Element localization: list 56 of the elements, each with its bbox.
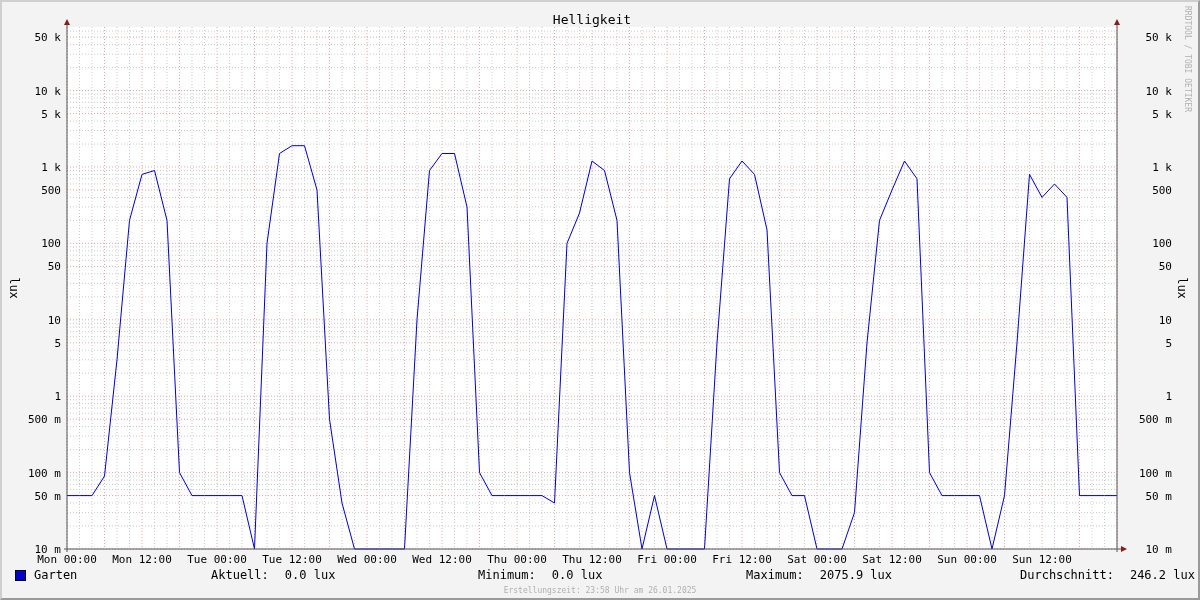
stat-value: 0.0 lux [284, 567, 336, 584]
y-tick-label: 500 m [27, 413, 61, 427]
y-tick-label: 5 k [41, 107, 61, 121]
y-tick-label: 10 k [34, 84, 61, 98]
y-axis-label: lux [7, 277, 21, 299]
stat-value: 2075.9 lux [819, 567, 893, 584]
y-tick-label: 500 [41, 184, 61, 197]
y-tick-label: 100 [41, 237, 61, 251]
credit-text: RRDTOOL / TOBI OETIKER [1182, 6, 1192, 112]
y-tick-label: 1 [54, 390, 61, 404]
y-tick-label: 5 [1165, 336, 1172, 350]
y-tick-label: 5 k [1152, 107, 1172, 121]
y-tick-label: 50 [47, 260, 61, 274]
y-tick-label: 50 m [1145, 489, 1172, 503]
y-tick-label: 100 [1152, 237, 1172, 251]
x-tick-label: Tue 00:00 [187, 553, 247, 565]
x-tick-label: Tue 12:00 [262, 553, 322, 565]
y-tick-label: 50 m [34, 489, 61, 503]
y-tick-label: 50 k [1145, 31, 1172, 45]
y-tick-label: 10 m [1145, 543, 1172, 556]
y-tick-label: 10 m [34, 543, 61, 556]
x-tick-label: Fri 12:00 [712, 553, 772, 565]
y-tick-label: 50 k [34, 31, 61, 45]
creation-time: Erstellungszeit: 23:58 Uhr am 26.01.2025 [502, 585, 698, 597]
y-tick-label: 500 [1152, 184, 1172, 197]
stat-label: Aktuell: [211, 567, 269, 584]
y-tick-label: 10 [1158, 313, 1172, 327]
legend-label: Garten [34, 567, 79, 584]
x-tick-label: Sat 00:00 [787, 553, 847, 565]
x-tick-label: Thu 00:00 [487, 553, 547, 565]
y-tick-label: 100 m [27, 466, 61, 480]
y-tick-label: 1 k [1152, 161, 1172, 174]
y-tick-label: 10 [47, 313, 61, 327]
stat-value: 0.0 lux [551, 567, 603, 584]
x-tick-label: Thu 12:00 [562, 553, 622, 565]
y-tick-label: 50 [1158, 260, 1172, 274]
x-tick-label: Sun 00:00 [937, 553, 997, 565]
y-tick-label: 100 m [1138, 466, 1172, 480]
x-tick-label: Sat 12:00 [862, 553, 922, 565]
y-tick-label: 5 [54, 336, 61, 350]
chart-title: Helligkeit [552, 12, 632, 27]
stat-label: Minimum: [478, 567, 536, 584]
stat-label: Maximum: [746, 567, 804, 584]
x-tick-label: Fri 00:00 [637, 553, 697, 565]
x-tick-label: Sun 12:00 [1012, 553, 1072, 565]
stat-value: 246.2 lux [1129, 567, 1195, 584]
y-tick-label: 1 [1165, 390, 1172, 404]
y-tick-label: 500 m [1138, 413, 1172, 427]
x-tick-label: Mon 00:00 [37, 553, 97, 565]
x-tick-label: Mon 12:00 [112, 553, 172, 565]
x-tick-label: Wed 00:00 [337, 553, 397, 565]
y-axis-label: lux [1175, 277, 1189, 299]
x-tick-label: Wed 12:00 [412, 553, 472, 565]
stat-label: Durchschnitt: [1020, 567, 1114, 584]
y-tick-label: 1 k [41, 161, 61, 174]
y-tick-label: 10 k [1145, 84, 1172, 98]
